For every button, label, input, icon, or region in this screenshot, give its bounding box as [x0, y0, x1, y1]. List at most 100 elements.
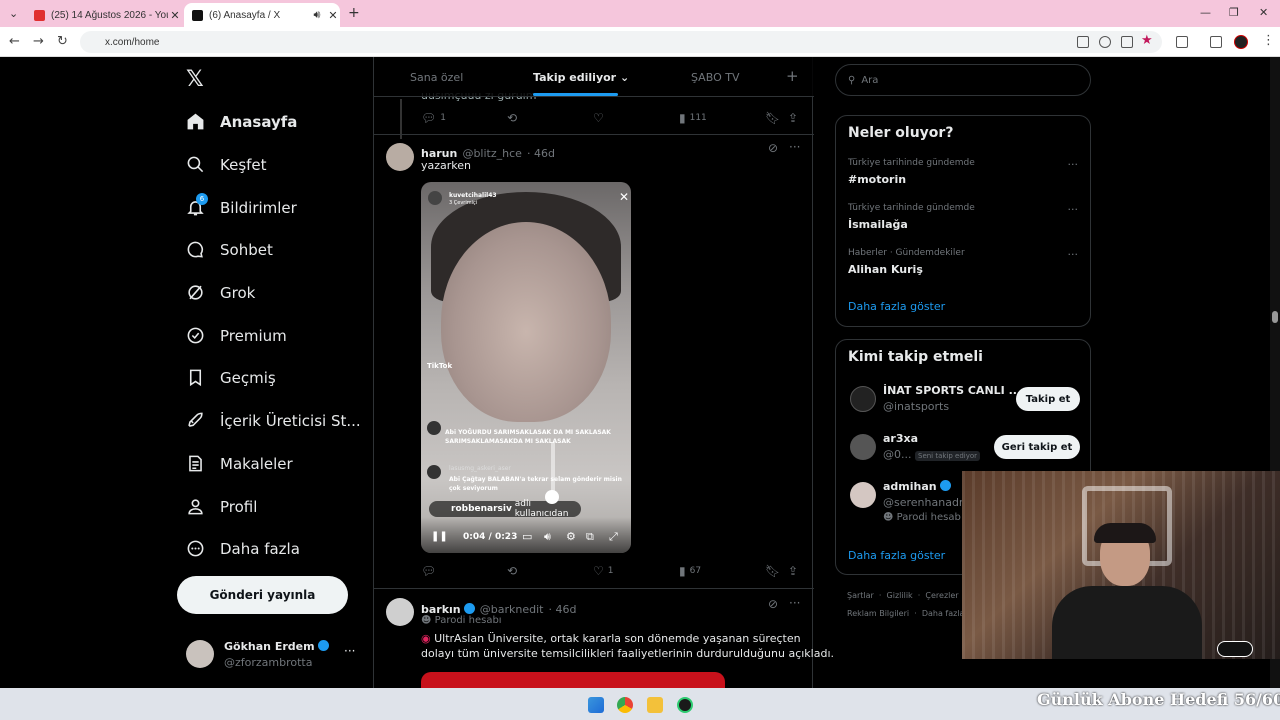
windows-start-icon[interactable]	[588, 697, 604, 713]
settings-gear-icon[interactable]: ⚙	[566, 530, 576, 543]
reload-icon[interactable]: ↻	[57, 34, 68, 49]
cast-icon[interactable]	[1121, 36, 1133, 48]
speaker-icon[interactable]: 🔊︎	[308, 9, 326, 22]
post-time[interactable]: · 46d	[527, 147, 555, 160]
zoom-icon[interactable]	[1099, 36, 1111, 48]
footer-link[interactable]: Şartlar	[847, 591, 874, 600]
footer-link[interactable]: Çerezler	[925, 591, 958, 600]
chat-icon	[1217, 641, 1253, 657]
file-explorer-icon[interactable]	[647, 697, 663, 713]
caption-user: robbenarsiv	[451, 504, 512, 514]
media-icon[interactable]	[1210, 36, 1222, 48]
bookmark-button[interactable]: 🔖︎	[765, 564, 784, 578]
post-image[interactable]	[421, 672, 725, 688]
sidebar-item-premium[interactable]: Premium	[186, 326, 287, 345]
trend-item[interactable]: Türkiye tarihinde gündemde İsmailağa ···	[836, 203, 1090, 239]
parody-label: ☻ Parodi hesabı	[421, 615, 502, 626]
close-icon[interactable]: ✕	[168, 9, 182, 22]
fullscreen-icon[interactable]: ⤢	[609, 530, 618, 544]
repost-button[interactable]: ⟲	[507, 564, 521, 578]
extensions-icon[interactable]	[1176, 36, 1188, 48]
bookmark-star-icon[interactable]: ★	[1141, 33, 1153, 48]
like-button[interactable]: ♡	[593, 111, 608, 125]
like-button[interactable]: ♡ 1	[593, 564, 614, 578]
x-logo-icon[interactable]: 𝕏	[186, 67, 204, 92]
grok-icon[interactable]: ⊘	[768, 141, 778, 155]
sidebar-item-home[interactable]: Anasayfa	[186, 112, 297, 131]
post-barkin[interactable]: barkın @barknedit · 46d ⊘ ··· ☻ Parodi h…	[374, 589, 834, 688]
sidebar-item-grok[interactable]: Grok	[186, 283, 255, 302]
sidebar-item-chat[interactable]: Sohbet	[186, 240, 273, 259]
captions-icon[interactable]: ▭	[522, 530, 532, 543]
menu-icon[interactable]: ⋮	[1262, 33, 1275, 48]
tab-title: (25) 14 Ağustos 2026 - YouTube	[51, 9, 168, 21]
new-tab-button[interactable]: +	[348, 5, 360, 21]
translate-icon[interactable]	[1077, 36, 1089, 48]
footer-link[interactable]: Gizlilik	[887, 591, 913, 600]
views-button[interactable]: ▮ 67	[679, 564, 701, 578]
tab-sabo-tv[interactable]: ŞABO TV	[691, 71, 739, 84]
post-time[interactable]: · 46d	[549, 603, 577, 616]
tab-search-icon[interactable]: ⌄	[9, 7, 18, 20]
sidebar-item-more[interactable]: Daha fazla	[186, 539, 300, 558]
forward-icon[interactable]: →	[33, 34, 44, 49]
pause-icon[interactable]: ❚❚	[431, 531, 448, 542]
sidebar-item-profile[interactable]: Profil	[186, 497, 257, 516]
author-handle[interactable]: @blitz_hce	[462, 147, 521, 160]
follow-button[interactable]: Takip et	[1016, 387, 1080, 411]
share-button[interactable]: ⇪	[788, 564, 802, 578]
tab-youtube[interactable]: (25) 14 Ağustos 2026 - YouTube ✕	[26, 3, 182, 27]
reply-button[interactable]: 💬︎	[421, 564, 440, 578]
follow-back-button[interactable]: Geri takip et	[994, 435, 1080, 459]
tab-for-you[interactable]: Sana özel	[410, 71, 463, 84]
sidebar-item-explore[interactable]: Keşfet	[186, 155, 267, 174]
pip-icon[interactable]: ⧉	[586, 530, 594, 544]
tab-x[interactable]: (6) Anasayfa / X 🔊︎ ✕	[184, 3, 340, 27]
more-icon[interactable]: ···	[789, 596, 800, 610]
trend-item[interactable]: Türkiye tarihinde gündemde #motorin ···	[836, 158, 1090, 194]
footer-link[interactable]: Reklam Bilgileri	[847, 609, 909, 618]
more-icon[interactable]: ···	[789, 140, 800, 154]
video-player[interactable]: kuvetcihalil43 3 Çevrimiçi ✕ TikTok Abi …	[421, 182, 631, 553]
scrollbar-thumb[interactable]	[1272, 311, 1278, 323]
tab-following[interactable]: Takip ediliyor ⌄	[533, 71, 629, 84]
close-window-button[interactable]: ✕	[1259, 6, 1268, 19]
parody-label-text: Parodi hesab	[896, 512, 961, 523]
minimize-button[interactable]: —	[1200, 6, 1211, 19]
show-more-link[interactable]: Daha fazla göster	[848, 549, 945, 562]
sidebar-item-history[interactable]: Geçmiş	[186, 368, 276, 387]
share-button[interactable]: ⇪	[788, 111, 802, 125]
volume-slider-thumb[interactable]	[545, 490, 559, 504]
follow-item[interactable]: ar3xa @0... Seni takip ediyor Geri takip…	[836, 430, 1090, 470]
account-switcher[interactable]: Gökhan Erdem @zforzambrotta ···	[186, 640, 362, 672]
trend-item[interactable]: Haberler · Gündemdekiler Alihan Kuriş ··…	[836, 248, 1090, 284]
more-icon[interactable]: ···	[1068, 203, 1079, 216]
show-more-link[interactable]: Daha fazla göster	[848, 300, 945, 313]
search-input[interactable]: ⚲ Ara	[835, 64, 1091, 96]
close-icon[interactable]: ✕	[619, 190, 629, 204]
follow-item[interactable]: İNAT SPORTS CANLI ... @inatsports Takip …	[836, 382, 1090, 422]
footer-link[interactable]: Daha fazla	[922, 609, 965, 618]
app-icon[interactable]	[677, 697, 693, 713]
avatar[interactable]	[386, 598, 414, 626]
views-button[interactable]: ▮ 111	[679, 111, 707, 125]
volume-icon[interactable]: 🔊︎	[544, 530, 551, 544]
more-icon[interactable]: ···	[344, 644, 355, 658]
sidebar-item-creator-studio[interactable]: İçerik Üreticisi St...	[186, 411, 361, 430]
more-icon[interactable]: ···	[1068, 158, 1079, 171]
post-button[interactable]: Gönderi yayınla	[177, 576, 348, 614]
repost-button[interactable]: ⟲	[507, 111, 521, 125]
url-field[interactable]: x.com/home	[80, 31, 1162, 53]
close-icon[interactable]: ✕	[326, 9, 340, 22]
reply-button[interactable]: 💬︎ 1	[421, 111, 446, 125]
grok-icon[interactable]: ⊘	[768, 597, 778, 611]
sidebar-item-articles[interactable]: Makaleler	[186, 454, 293, 473]
chrome-icon[interactable]	[617, 697, 633, 713]
profile-avatar[interactable]	[1234, 35, 1248, 49]
avatar[interactable]	[386, 143, 414, 171]
bookmark-button[interactable]: 🔖︎	[765, 111, 784, 125]
more-icon[interactable]: ···	[1068, 248, 1079, 261]
back-icon[interactable]: ←	[9, 34, 20, 49]
restore-button[interactable]: ❐	[1229, 6, 1239, 19]
add-tab-button[interactable]: +	[786, 67, 799, 85]
